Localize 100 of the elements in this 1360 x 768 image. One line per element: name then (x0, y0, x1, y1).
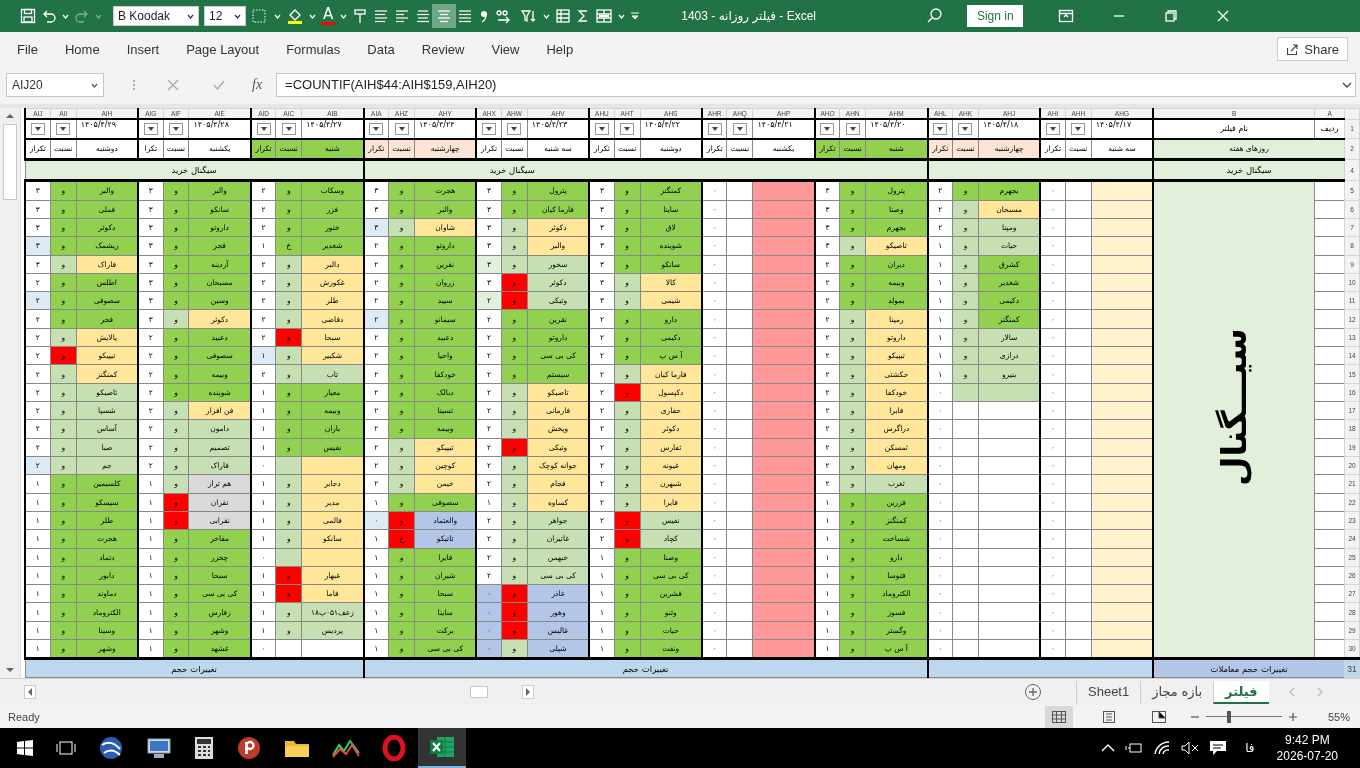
dropdown-button[interactable] (143, 122, 158, 135)
table-cell: ۱۴۰۵/۴/۲۹ (76, 119, 139, 139)
dropdown-button[interactable] (620, 122, 635, 135)
restore-icon[interactable] (1164, 9, 1179, 23)
formula-field[interactable]: =COUNTIF(AIH$44:AIH$159,AIH20) (276, 73, 1356, 97)
table-cell: ۱۴۰۵/۴/۲۳ (527, 119, 590, 139)
add-sheet-icon[interactable] (1024, 683, 1042, 701)
dropdown-button[interactable] (594, 122, 609, 135)
caret-icon[interactable] (234, 13, 241, 19)
undo-icon[interactable] (41, 8, 57, 24)
more-icon (132, 78, 136, 92)
scroll-right-icon[interactable] (522, 685, 534, 699)
search-icon[interactable] (926, 7, 945, 25)
name-box[interactable]: AIJ20 (6, 73, 104, 97)
scroll-thumb[interactable] (470, 686, 488, 698)
align-bottom-icon[interactable] (457, 8, 474, 24)
ribbon-tab[interactable]: Data (367, 41, 395, 57)
ribbon-display-icon[interactable] (1058, 9, 1075, 23)
sheet-tab[interactable]: فیلتر (1213, 680, 1269, 704)
ribbon-tab[interactable]: View (491, 41, 520, 57)
zoom-in-icon[interactable] (1287, 711, 1298, 722)
ribbon-tab[interactable]: Formulas (286, 41, 341, 57)
ribbon-tab[interactable]: Review (421, 41, 465, 57)
table-cell: ۱۴۰۵/۴/۱۸ (978, 119, 1041, 139)
table-cell: ۱۴۰۵/۴/۲۴ (414, 119, 477, 139)
table-icon[interactable] (555, 8, 572, 24)
dropdown-button[interactable] (820, 122, 835, 135)
speaker-muted-icon[interactable] (1181, 741, 1200, 755)
sheet-tab[interactable]: Sheet1 (1076, 680, 1141, 704)
caret-icon[interactable] (91, 82, 98, 88)
share-button[interactable]: Share (1277, 37, 1348, 61)
align-left-icon[interactable] (394, 8, 411, 24)
dropdown-button[interactable] (707, 122, 722, 135)
notification-icon[interactable] (1209, 740, 1228, 756)
font-name-field[interactable]: B Koodak (113, 6, 199, 26)
power-icon[interactable] (1125, 741, 1144, 755)
save-icon[interactable] (20, 8, 36, 24)
zoom-level[interactable]: 55% (1327, 710, 1350, 723)
sign-in-button[interactable]: Sign in (967, 5, 1024, 27)
dropdown-button[interactable] (168, 122, 183, 135)
dropdown-button[interactable] (281, 122, 296, 135)
clock-time[interactable]: 9:42 PM (1284, 732, 1330, 748)
dropdown-button[interactable] (30, 122, 45, 135)
ribbon-tab[interactable]: Insert (126, 41, 160, 57)
dropdown-button[interactable] (933, 122, 948, 135)
align-right-icon[interactable] (373, 8, 390, 24)
dropdown-button[interactable] (845, 122, 860, 135)
dropdown-button[interactable] (256, 122, 271, 135)
dropdown-button[interactable] (56, 122, 71, 135)
font-color-button[interactable]: A (321, 7, 336, 25)
task-view-icon[interactable] (56, 740, 76, 756)
ring-app-icon[interactable] (382, 735, 406, 761)
insert-function-button[interactable]: fx (246, 77, 269, 93)
caret-icon[interactable] (187, 13, 194, 19)
row-header[interactable]: 31 (1344, 658, 1360, 678)
chevron-up-icon[interactable] (1101, 743, 1116, 753)
table-cell: ۱۴۰۵/۴/۲۸ (188, 119, 251, 139)
table-cell: سیگنال خرید (25, 159, 364, 181)
ribbon-tab[interactable]: Page Layout (186, 41, 260, 57)
table-cell: ۱۴۰۵/۴/۲۱ (752, 119, 815, 139)
borders-icon[interactable] (251, 8, 269, 24)
clock-date[interactable]: 2026-07-20 (1276, 748, 1338, 764)
scroll-thumb[interactable] (3, 124, 17, 200)
dropdown-button[interactable] (1046, 122, 1061, 135)
globe-icon[interactable] (98, 735, 124, 761)
expand-icon[interactable] (1342, 81, 1352, 89)
customize-icon[interactable] (630, 11, 641, 21)
dropdown-button[interactable] (507, 122, 522, 135)
format-painter-icon[interactable] (352, 8, 369, 24)
dropdown-button[interactable] (958, 122, 973, 135)
chart-app-icon[interactable] (332, 737, 360, 759)
dropdown-button[interactable] (732, 122, 747, 135)
ribbon-tab[interactable]: File (17, 41, 38, 57)
dropdown-button[interactable] (482, 122, 497, 135)
dropdown-button[interactable] (369, 122, 384, 135)
dropdown-button[interactable] (394, 122, 409, 135)
sheet-tab[interactable]: بازه مجاز (1140, 680, 1214, 704)
spreadsheet-app-icon[interactable] (418, 728, 466, 768)
table-cell: ۱۴۰۵/۴/۲۷ (301, 119, 364, 139)
wifi-icon[interactable] (1153, 740, 1172, 756)
windows-icon[interactable] (16, 739, 34, 757)
merge-icon[interactable] (595, 8, 614, 24)
window-title: فیلتر روزانه - 1403 - Excel (681, 9, 818, 23)
scroll-left-icon[interactable] (24, 685, 36, 699)
font-size-field[interactable]: 12 (204, 6, 246, 26)
fill-color-icon[interactable] (286, 7, 304, 25)
language-indicator[interactable]: فا (1245, 741, 1255, 755)
ribbon-tab[interactable]: Help (546, 41, 574, 57)
computer-icon[interactable] (146, 736, 172, 760)
close-icon[interactable] (1216, 9, 1231, 23)
ribbon-tab[interactable]: Home (64, 41, 100, 57)
calculator-icon[interactable] (194, 736, 214, 760)
dropdown-button[interactable] (1071, 122, 1086, 135)
table-cell: تغییرات حجم معاملات (1153, 658, 1345, 678)
align-top-icon[interactable] (415, 8, 432, 24)
share-icon (1286, 42, 1300, 56)
normal-view-icon[interactable] (1044, 705, 1073, 728)
round-app-icon[interactable] (236, 735, 262, 761)
slider-thumb[interactable] (1226, 710, 1231, 723)
scrollbar[interactable] (0, 108, 21, 678)
